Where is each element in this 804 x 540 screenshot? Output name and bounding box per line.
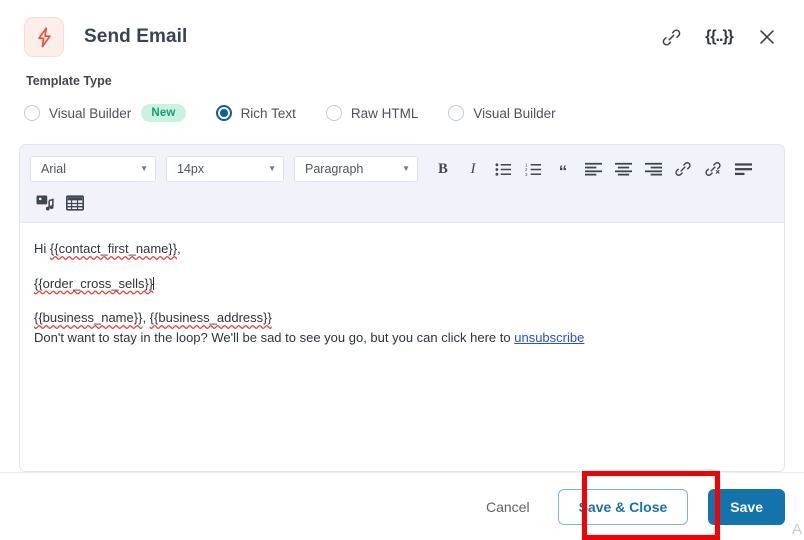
font-size-select[interactable]: 14px ▼ <box>166 156 284 182</box>
radio-label: Visual Builder <box>473 105 556 121</box>
radio-indicator-selected <box>215 105 232 121</box>
merge-tag-icon[interactable]: {{..}} <box>702 20 736 54</box>
font-family-select[interactable]: Arial ▼ <box>30 156 156 182</box>
font-family-value: Arial <box>41 162 67 176</box>
dialog-header: Send Email {{..}} <box>0 0 804 74</box>
save-and-close-button[interactable]: Save & Close <box>557 488 689 525</box>
toolbar-row-1: Arial ▼ 14px ▼ Paragraph ▼ B I 1 2 3 “ <box>30 153 778 185</box>
numbered-list-icon[interactable]: 1 2 3 <box>518 156 548 182</box>
toolbar-row-2 <box>30 190 778 216</box>
radio-indicator <box>24 105 40 121</box>
template-type-radio-group: Visual Builder New Rich Text Raw HTML Vi… <box>24 104 780 122</box>
merge-tag-order-cross-sells: {{order_cross_sells}} <box>34 275 154 291</box>
new-badge: New <box>141 104 186 122</box>
blockquote-icon[interactable]: “ <box>548 153 578 185</box>
chevron-down-icon: ▼ <box>268 164 276 173</box>
radio-label: Raw HTML <box>350 105 419 121</box>
align-left-icon[interactable] <box>578 156 608 182</box>
radio-option-raw-html[interactable]: Raw HTML <box>325 105 419 121</box>
radio-option-visual-builder-new[interactable]: Visual Builder New <box>24 104 186 122</box>
merge-tag-glyph: {{..}} <box>705 28 734 45</box>
unsubscribe-text: Don't want to stay in the loop? We'll be… <box>34 329 515 345</box>
merge-tag-business-address: {{business_address}} <box>149 310 272 325</box>
body-line-business: {{business_name}}, {{business_address}} <box>34 308 770 328</box>
radio-option-rich-text[interactable]: Rich Text <box>215 105 296 121</box>
radio-indicator <box>325 105 342 121</box>
insert-link-icon[interactable] <box>668 156 698 182</box>
svg-text:3: 3 <box>525 171 528 176</box>
body-line-greeting: Hi {{contact_first_name}}, <box>34 239 770 259</box>
radio-label: Visual Builder <box>49 105 132 121</box>
italic-icon[interactable]: I <box>458 156 488 182</box>
chevron-down-icon: ▼ <box>140 164 148 173</box>
align-right-icon[interactable] <box>638 156 668 182</box>
save-button[interactable]: Save <box>708 488 785 525</box>
template-type-label: Template Type <box>26 74 112 88</box>
radio-label: Rich Text <box>240 105 296 121</box>
font-size-value: 14px <box>177 162 205 176</box>
greeting-prefix: Hi <box>34 241 50 256</box>
editor-toolbar: Arial ▼ 14px ▼ Paragraph ▼ B I 1 2 3 “ <box>20 145 784 223</box>
merge-tag-contact-first-name: {{contact_first_name}} <box>49 241 178 256</box>
dialog-footer: Cancel Save & Close Save <box>0 472 804 540</box>
insert-table-icon[interactable] <box>60 190 90 216</box>
unsubscribe-link[interactable]: unsubscribe <box>514 330 584 345</box>
body-line-cross-sells: {{order_cross_sells}} <box>34 274 770 294</box>
page-title: Send Email <box>84 26 188 47</box>
radio-indicator <box>448 105 465 121</box>
radio-option-visual-builder[interactable]: Visual Builder <box>448 105 556 121</box>
corner-watermark: A <box>791 521 802 538</box>
chevron-down-icon: ▼ <box>402 164 410 173</box>
horizontal-rule-icon[interactable] <box>728 156 758 182</box>
bold-icon[interactable]: B <box>428 156 458 182</box>
close-icon[interactable] <box>750 20 784 54</box>
align-center-icon[interactable] <box>608 156 638 182</box>
link-icon[interactable] <box>654 20 688 54</box>
rich-text-editor: Arial ▼ 14px ▼ Paragraph ▼ B I 1 2 3 “ H… <box>19 144 785 472</box>
cancel-button[interactable]: Cancel <box>474 491 542 523</box>
body-line-unsubscribe: Don't want to stay in the loop? We'll be… <box>34 328 770 348</box>
template-type-section: Template Type Visual Builder New Rich Te… <box>0 74 804 144</box>
block-format-value: Paragraph <box>305 162 364 176</box>
block-format-select[interactable]: Paragraph ▼ <box>294 156 418 182</box>
lightning-bolt-icon <box>24 17 64 57</box>
greeting-suffix: , <box>177 241 181 256</box>
unlink-icon[interactable] <box>698 156 728 182</box>
email-body-content[interactable]: Hi {{contact_first_name}}, {{order_cross… <box>20 223 784 471</box>
bullet-list-icon[interactable] <box>488 156 518 182</box>
business-separator: , <box>142 310 150 325</box>
merge-tag-business-name: {{business_name}} <box>34 310 143 325</box>
send-email-dialog: Send Email {{..}} Template Type Visual B… <box>0 0 804 540</box>
text-cursor <box>153 276 155 290</box>
insert-media-icon[interactable] <box>30 190 60 216</box>
